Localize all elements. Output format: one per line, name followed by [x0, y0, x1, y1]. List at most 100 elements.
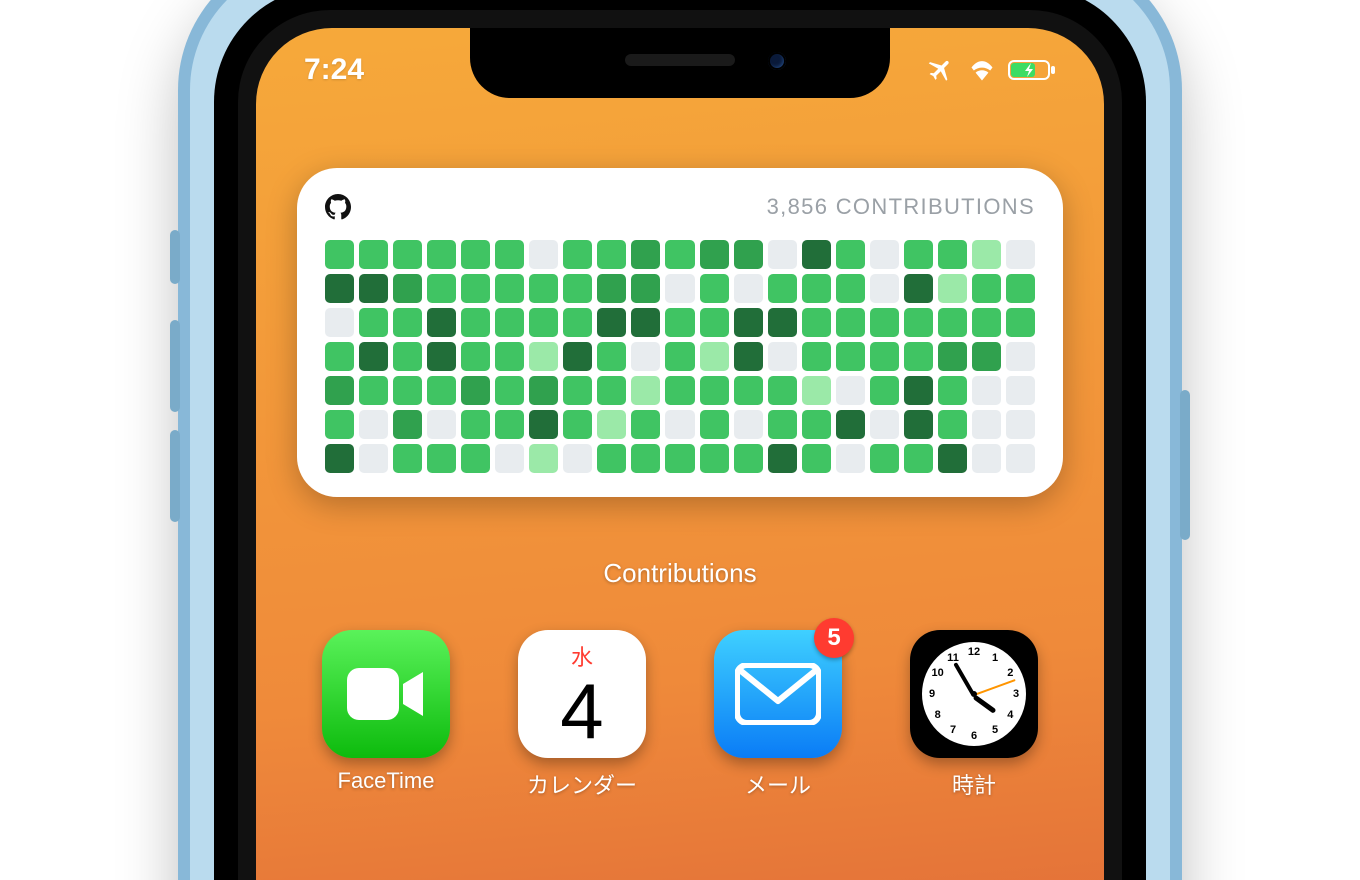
- heatmap-cell: [870, 308, 899, 337]
- heatmap-cell: [802, 274, 831, 303]
- heatmap-cell: [529, 274, 558, 303]
- power-button[interactable]: [1180, 390, 1190, 540]
- heatmap-cell: [495, 342, 524, 371]
- heatmap-cell: [972, 410, 1001, 439]
- heatmap-cell: [768, 342, 797, 371]
- status-time: 7:24: [304, 53, 364, 87]
- heatmap-cell: [631, 240, 660, 269]
- heatmap-cell: [427, 308, 456, 337]
- app-mail[interactable]: 5 メール: [712, 630, 844, 800]
- heatmap-cell: [904, 274, 933, 303]
- heatmap-cell: [495, 240, 524, 269]
- heatmap-cell: [529, 376, 558, 405]
- heatmap-cell: [802, 376, 831, 405]
- heatmap-cell: [1006, 274, 1035, 303]
- heatmap-cell: [904, 240, 933, 269]
- heatmap-cell: [768, 376, 797, 405]
- heatmap-cell: [563, 308, 592, 337]
- heatmap-cell: [665, 410, 694, 439]
- heatmap-cell: [802, 240, 831, 269]
- heatmap-cell: [1006, 308, 1035, 337]
- heatmap-cell: [734, 444, 763, 473]
- heatmap-cell: [734, 376, 763, 405]
- volume-down-button[interactable]: [170, 430, 180, 522]
- heatmap-cell: [938, 376, 967, 405]
- heatmap-cell: [563, 274, 592, 303]
- heatmap-cell: [734, 240, 763, 269]
- heatmap-cell: [325, 342, 354, 371]
- second-hand: [974, 679, 1016, 696]
- heatmap-cell: [631, 410, 660, 439]
- mail-icon: 5: [714, 630, 842, 758]
- heatmap-cell: [427, 342, 456, 371]
- app-facetime[interactable]: FaceTime: [320, 630, 452, 800]
- app-calendar[interactable]: 水 4 カレンダー: [516, 630, 648, 800]
- heatmap-cell: [325, 444, 354, 473]
- heatmap-cell: [631, 274, 660, 303]
- heatmap-cell: [836, 240, 865, 269]
- heatmap-cell: [1006, 444, 1035, 473]
- heatmap-cell: [768, 308, 797, 337]
- heatmap-cell: [768, 444, 797, 473]
- heatmap-cell: [972, 240, 1001, 269]
- heatmap-cell: [495, 308, 524, 337]
- heatmap-cell: [870, 240, 899, 269]
- heatmap-cell: [393, 240, 422, 269]
- heatmap-cell: [938, 274, 967, 303]
- mail-badge: 5: [814, 618, 854, 658]
- widget-caption: Contributions: [256, 558, 1104, 589]
- heatmap-cell: [904, 376, 933, 405]
- heatmap-cell: [529, 410, 558, 439]
- battery-charging-icon: [1008, 58, 1056, 82]
- heatmap-cell: [359, 410, 388, 439]
- heatmap-cell: [597, 342, 626, 371]
- heatmap-cell: [870, 376, 899, 405]
- clock-icon: 123456789101112: [910, 630, 1038, 758]
- clock-numeral: 1: [992, 652, 998, 664]
- heatmap-cell: [1006, 410, 1035, 439]
- heatmap-cell: [597, 240, 626, 269]
- heatmap-cell: [938, 342, 967, 371]
- app-label-facetime: FaceTime: [338, 768, 435, 794]
- status-bar: 7:24: [256, 46, 1104, 94]
- app-clock[interactable]: 123456789101112 時計: [908, 630, 1040, 800]
- status-right: [928, 56, 1056, 84]
- heatmap-cell: [325, 410, 354, 439]
- calendar-weekday: 水: [571, 630, 593, 672]
- contributions-widget[interactable]: 3,856 CONTRIBUTIONS: [297, 168, 1063, 497]
- clock-numeral: 9: [929, 688, 935, 700]
- heatmap-cell: [427, 444, 456, 473]
- clock-numeral: 11: [947, 652, 959, 664]
- app-label-clock: 時計: [952, 768, 996, 800]
- heatmap-cell: [700, 444, 729, 473]
- home-screen[interactable]: 7:24 3,856 CONTRIBUTIONS Contributio: [256, 28, 1104, 880]
- contribution-count-label: CONTRIBUTIONS: [836, 194, 1035, 219]
- heatmap-cell: [495, 444, 524, 473]
- heatmap-cell: [461, 274, 490, 303]
- hour-hand: [973, 694, 997, 713]
- heatmap-cell: [359, 240, 388, 269]
- phone-frame-inner: 7:24 3,856 CONTRIBUTIONS Contributio: [214, 0, 1146, 880]
- heatmap-cell: [700, 342, 729, 371]
- heatmap-cell: [529, 444, 558, 473]
- clock-numeral: 6: [971, 730, 977, 742]
- stage: 7:24 3,856 CONTRIBUTIONS Contributio: [0, 0, 1360, 880]
- heatmap-cell: [665, 308, 694, 337]
- heatmap-cell: [734, 308, 763, 337]
- heatmap-cell: [359, 444, 388, 473]
- heatmap-cell: [836, 376, 865, 405]
- heatmap-cell: [972, 376, 1001, 405]
- heatmap-cell: [393, 308, 422, 337]
- heatmap-cell: [461, 410, 490, 439]
- clock-numeral: 7: [950, 724, 956, 736]
- heatmap-cell: [427, 410, 456, 439]
- heatmap-cell: [938, 308, 967, 337]
- volume-up-button[interactable]: [170, 320, 180, 412]
- heatmap-cell: [563, 342, 592, 371]
- heatmap-cell: [802, 444, 831, 473]
- phone-frame-mid: 7:24 3,856 CONTRIBUTIONS Contributio: [190, 0, 1170, 880]
- heatmap-cell: [563, 410, 592, 439]
- heatmap-cell: [836, 342, 865, 371]
- mute-switch[interactable]: [170, 230, 180, 284]
- phone-frame: 7:24 3,856 CONTRIBUTIONS Contributio: [178, 0, 1182, 880]
